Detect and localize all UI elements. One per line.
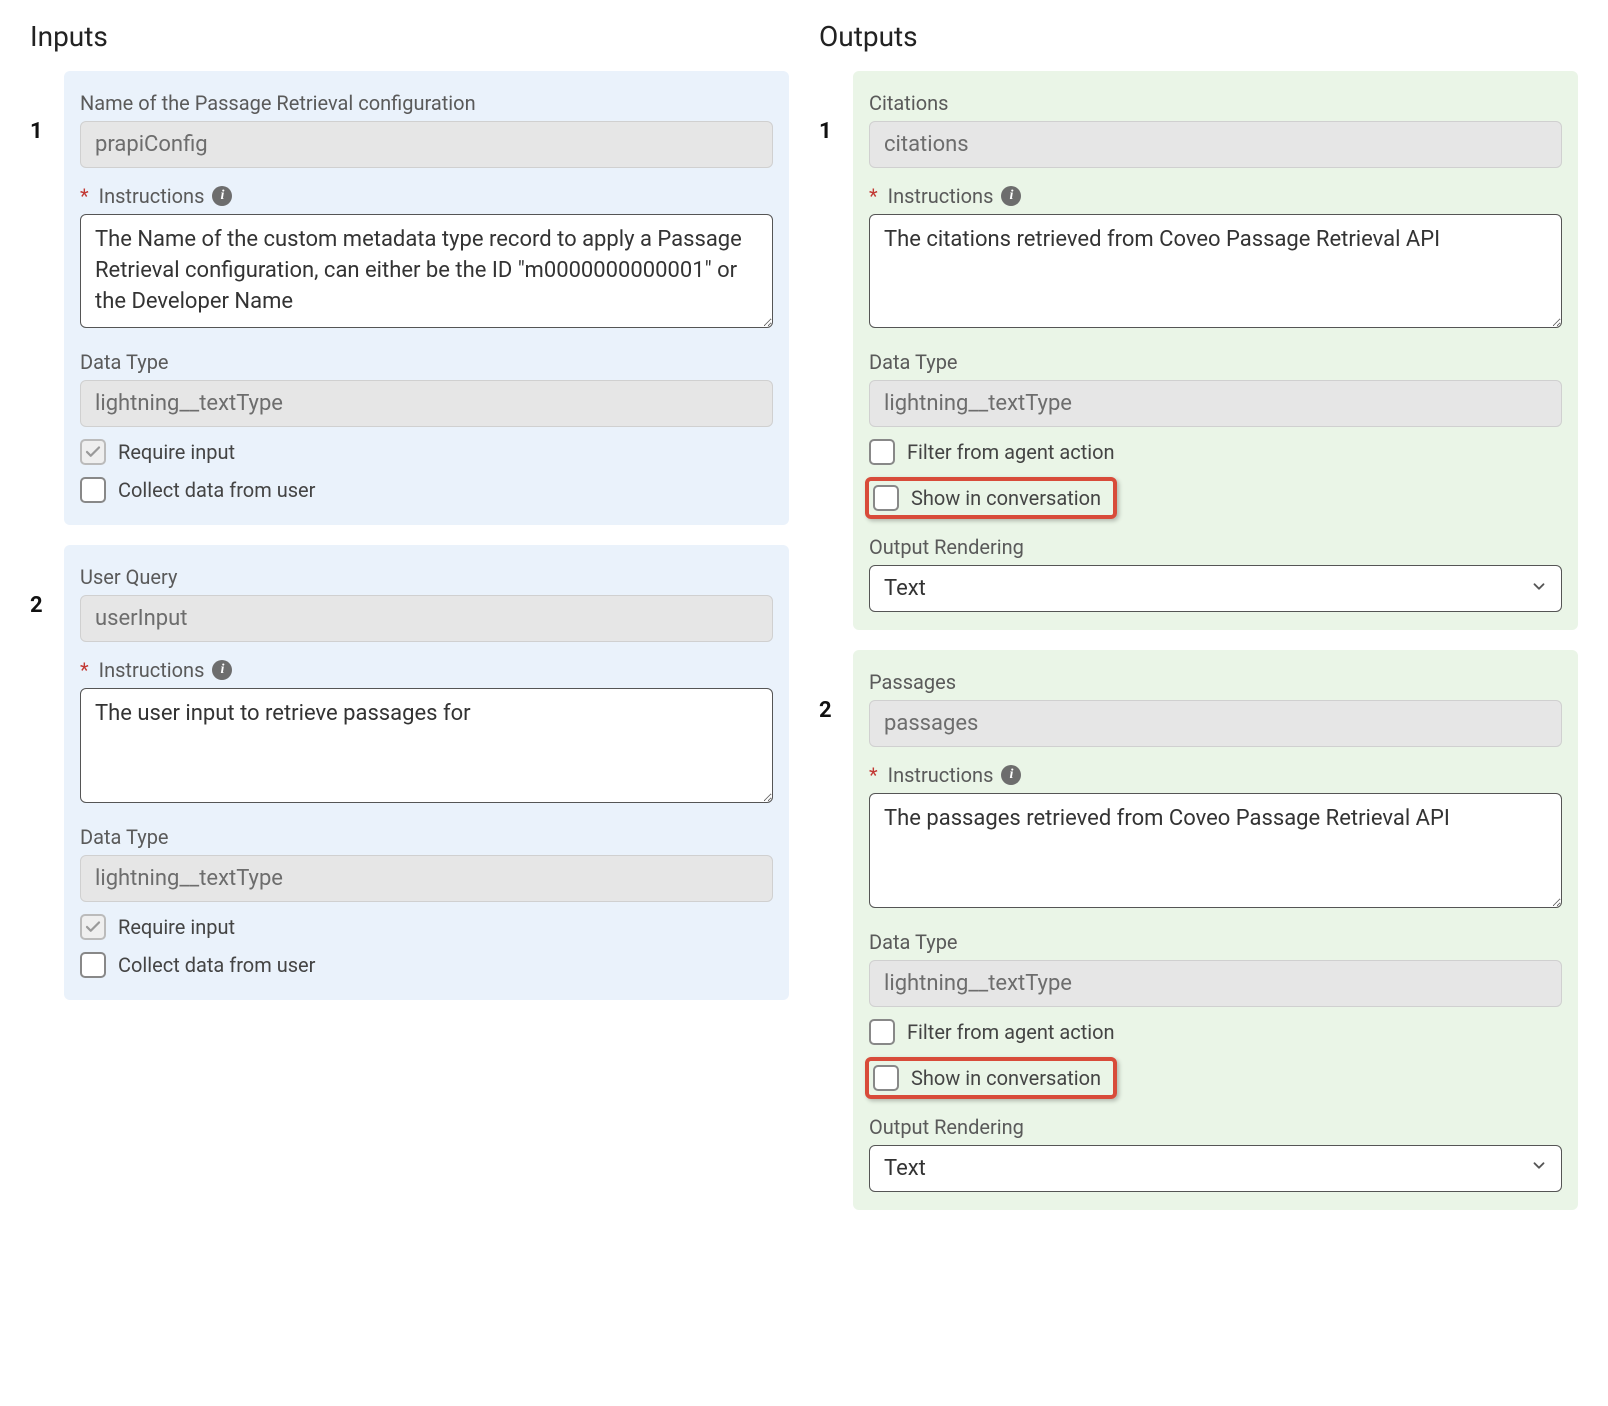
instructions-textarea[interactable] (80, 688, 773, 802)
output-rendering-select[interactable]: Text (869, 1145, 1562, 1192)
required-marker: * (869, 763, 878, 787)
instructions-label: * Instructions i (80, 184, 773, 208)
require-input-checkbox (80, 914, 106, 940)
inputs-heading: Inputs (30, 20, 789, 53)
data-type-label: Data Type (869, 930, 1562, 954)
filter-from-agent-label: Filter from agent action (907, 440, 1115, 464)
filter-from-agent-checkbox[interactable] (869, 1019, 895, 1045)
output-rendering-select[interactable]: Text (869, 565, 1562, 612)
show-in-conversation-checkbox[interactable] (873, 485, 899, 511)
output-name-field (869, 121, 1562, 168)
output-title-label: Citations (869, 91, 1562, 115)
instructions-label: * Instructions i (869, 184, 1562, 208)
show-in-conversation-checkbox-row[interactable]: Show in conversation (865, 477, 1117, 519)
collect-from-user-checkbox-row[interactable]: Collect data from user (80, 477, 773, 503)
data-type-field (80, 855, 773, 902)
instructions-label: * Instructions i (80, 658, 773, 682)
data-type-label: Data Type (80, 825, 773, 849)
info-icon[interactable]: i (212, 186, 232, 206)
filter-from-agent-checkbox-row[interactable]: Filter from agent action (869, 439, 1562, 465)
info-icon[interactable]: i (1001, 186, 1021, 206)
required-marker: * (80, 184, 89, 208)
item-number: 2 (30, 545, 64, 618)
data-type-label: Data Type (80, 350, 773, 374)
require-input-label: Require input (118, 440, 235, 464)
output-rendering-label: Output Rendering (869, 535, 1562, 559)
show-in-conversation-label: Show in conversation (911, 1066, 1101, 1090)
output-rendering-label: Output Rendering (869, 1115, 1562, 1139)
output-card: Citations * Instructions i Data Type Fil… (853, 71, 1578, 630)
input-name-field (80, 595, 773, 642)
require-input-checkbox (80, 439, 106, 465)
instructions-label: * Instructions i (869, 763, 1562, 787)
output-name-field (869, 700, 1562, 747)
instructions-textarea[interactable] (869, 214, 1562, 328)
data-type-label: Data Type (869, 350, 1562, 374)
filter-from-agent-checkbox-row[interactable]: Filter from agent action (869, 1019, 1562, 1045)
output-rendering-select-wrap[interactable]: Text (869, 1145, 1562, 1192)
output-rendering-select-wrap[interactable]: Text (869, 565, 1562, 612)
collect-from-user-label: Collect data from user (118, 953, 315, 977)
output-item: 2 Passages * Instructions i Data Type Fi… (819, 650, 1578, 1209)
outputs-column: Outputs 1 Citations * Instructions i Dat… (819, 20, 1578, 1230)
required-marker: * (869, 184, 878, 208)
input-card: Name of the Passage Retrieval configurat… (64, 71, 789, 525)
show-in-conversation-checkbox-row[interactable]: Show in conversation (865, 1057, 1117, 1099)
required-marker: * (80, 658, 89, 682)
item-number: 1 (30, 71, 64, 144)
collect-from-user-checkbox[interactable] (80, 477, 106, 503)
instructions-textarea[interactable] (869, 793, 1562, 907)
data-type-field (869, 960, 1562, 1007)
item-number: 1 (819, 71, 853, 144)
filter-from-agent-checkbox[interactable] (869, 439, 895, 465)
input-item: 2 User Query * Instructions i Data Type … (30, 545, 789, 999)
require-input-checkbox-row: Require input (80, 439, 773, 465)
require-input-label: Require input (118, 915, 235, 939)
info-icon[interactable]: i (212, 660, 232, 680)
info-icon[interactable]: i (1001, 765, 1021, 785)
outputs-heading: Outputs (819, 20, 1578, 53)
output-title-label: Passages (869, 670, 1562, 694)
show-in-conversation-checkbox[interactable] (873, 1065, 899, 1091)
data-type-field (869, 380, 1562, 427)
instructions-textarea[interactable] (80, 214, 773, 328)
filter-from-agent-label: Filter from agent action (907, 1020, 1115, 1044)
collect-from-user-checkbox-row[interactable]: Collect data from user (80, 952, 773, 978)
input-name-field (80, 121, 773, 168)
input-title-label: User Query (80, 565, 773, 589)
input-card: User Query * Instructions i Data Type Re… (64, 545, 789, 999)
output-card: Passages * Instructions i Data Type Filt… (853, 650, 1578, 1209)
input-item: 1 Name of the Passage Retrieval configur… (30, 71, 789, 525)
collect-from-user-checkbox[interactable] (80, 952, 106, 978)
inputs-column: Inputs 1 Name of the Passage Retrieval c… (30, 20, 789, 1230)
input-title-label: Name of the Passage Retrieval configurat… (80, 91, 773, 115)
require-input-checkbox-row: Require input (80, 914, 773, 940)
collect-from-user-label: Collect data from user (118, 478, 315, 502)
output-item: 1 Citations * Instructions i Data Type F… (819, 71, 1578, 630)
data-type-field (80, 380, 773, 427)
show-in-conversation-label: Show in conversation (911, 486, 1101, 510)
item-number: 2 (819, 650, 853, 723)
